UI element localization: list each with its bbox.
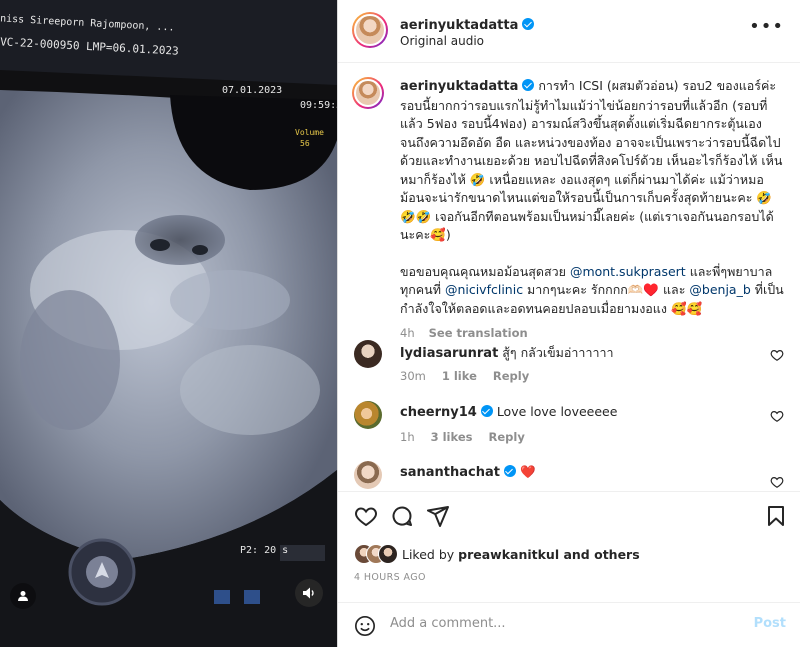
comment-icon[interactable] (390, 504, 414, 528)
mention-link[interactable]: @mont.sukprasert (570, 264, 686, 279)
comment-likes[interactable]: 3 likes (431, 430, 473, 444)
heart-icon[interactable] (770, 409, 784, 423)
comment-age: 30m (400, 369, 426, 383)
likes-text: Liked by preawkanitkul and others (402, 547, 640, 562)
post-header: aerinyuktadatta Original audio ••• (338, 0, 800, 63)
audio-toggle-button[interactable] (295, 579, 323, 607)
commenter-username[interactable]: lydiasarunrat (400, 346, 498, 361)
verified-icon (503, 465, 516, 477)
commenter-avatar[interactable] (354, 340, 382, 368)
caption-avatar[interactable] (352, 77, 384, 109)
comments-scroll[interactable]: aerinyuktadatta การทำ ICSI (ผสมตัวอ่อน) … (338, 63, 800, 490)
commenter-avatar[interactable] (354, 401, 382, 429)
caption-thanks-text: มากๆนะคะ รักกกก🫶🏻♥️ และ (523, 282, 690, 297)
author-avatar[interactable] (352, 12, 388, 48)
see-translation-link[interactable]: See translation (429, 326, 528, 340)
author-username[interactable]: aerinyuktadatta (400, 18, 518, 33)
comment-body: sananthachat ❤️ (400, 464, 536, 480)
mention-link[interactable]: @benja_b (689, 282, 750, 297)
comment-likes[interactable]: 1 like (442, 369, 477, 383)
reply-button[interactable]: Reply (488, 430, 524, 444)
verified-icon (522, 79, 535, 91)
likes-prefix: Liked by (402, 546, 459, 562)
comment-text: Love love loveeeee (496, 404, 618, 419)
caption: aerinyuktadatta การทำ ICSI (ผสมตัวอ่อน) … (400, 77, 785, 343)
comment-meta: 1h 3 likes Reply (400, 430, 541, 444)
volume-value: 56 (300, 139, 310, 148)
post-panel: aerinyuktadatta Original audio ••• aerin… (337, 0, 800, 647)
heart-icon[interactable] (354, 504, 378, 528)
verified-icon (480, 405, 493, 417)
scan-time-text: 09:59:5 (300, 100, 337, 111)
author-line: aerinyuktadatta (400, 14, 535, 33)
likes-suffix[interactable]: and others (559, 547, 639, 562)
post-actions (338, 491, 800, 540)
comment-item: lydiasarunrat สู้ๆ กลัวเข็มอ่าาาาาา 30m 1… (354, 340, 784, 400)
caption-thanks-text: ขอขอบคุณคุณหมอม้อนสุดสวย (400, 263, 570, 279)
comment-item: sananthachat ❤️ (354, 461, 784, 490)
liker-username[interactable]: preawkanitkul (458, 547, 559, 562)
scan-date-text: 07.01.2023 (222, 85, 283, 96)
liker-avatars[interactable] (354, 544, 402, 564)
likes-row: Liked by preawkanitkul and others (354, 543, 640, 565)
heart-icon[interactable] (770, 475, 784, 489)
comment-meta: 30m 1 like Reply (400, 369, 545, 383)
person-icon (18, 591, 28, 601)
comment-body: lydiasarunrat สู้ๆ กลัวเข็มอ่าาาาาา (400, 343, 614, 363)
liker-avatar (378, 544, 398, 564)
comment-age: 1h (400, 430, 415, 444)
post-media[interactable]: niss Sireeporn Rajompoon, ... VC-22-0009… (0, 0, 337, 647)
speaker-icon (303, 587, 314, 599)
caption-text: การทำ ICSI (ผสมตัวอ่อน) รอบ2 ของแอร์ค่ะ … (400, 78, 783, 242)
emoji-icon[interactable] (354, 615, 376, 637)
add-comment-bar: Add a comment... Post (338, 602, 800, 648)
heart-icon[interactable] (770, 348, 784, 362)
comment-text: ❤️ (519, 464, 536, 479)
share-icon[interactable] (426, 504, 450, 528)
caption-username[interactable]: aerinyuktadatta (400, 79, 518, 94)
more-options-icon[interactable]: ••• (749, 18, 784, 36)
post-timestamp[interactable]: 4 HOURS AGO (354, 572, 426, 583)
verified-icon (522, 18, 535, 30)
commenter-avatar[interactable] (354, 461, 382, 489)
mention-link[interactable]: @nicivfclinic (445, 282, 523, 297)
comment-item: cheerny14 Love love loveeeee 1h 3 likes Re… (354, 401, 784, 461)
caption-age: 4h (400, 326, 415, 340)
reply-button[interactable]: Reply (493, 369, 529, 383)
bookmark-icon[interactable] (764, 504, 788, 528)
comment-text: สู้ๆ กลัวเข็มอ่าาาาาา (502, 345, 614, 360)
commenter-username[interactable]: sananthachat (400, 465, 500, 480)
commenter-username[interactable]: cheerny14 (400, 405, 477, 420)
comment-input[interactable]: Add a comment... (390, 616, 506, 631)
p2-readout: P2: 20 s (240, 545, 289, 556)
post-comment-button[interactable]: Post (754, 616, 786, 631)
volume-label: Volume (295, 128, 324, 137)
tagged-users-button[interactable] (10, 583, 36, 609)
audio-label[interactable]: Original audio (400, 34, 484, 48)
comment-body: cheerny14 Love love loveeeee (400, 404, 617, 420)
